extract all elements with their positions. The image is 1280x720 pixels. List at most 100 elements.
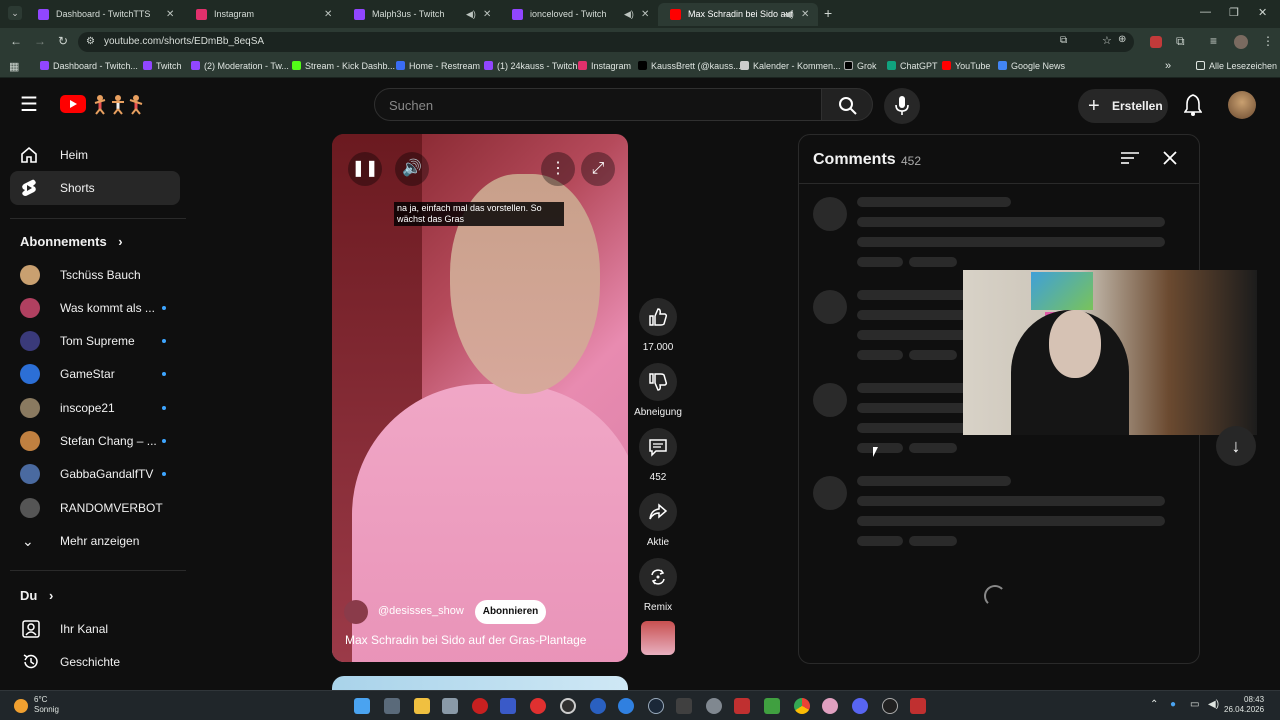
app-icon[interactable] <box>734 698 750 714</box>
bookmark-item[interactable]: Google News <box>998 61 1065 71</box>
close-tab-icon[interactable]: ✕ <box>483 3 491 26</box>
sidebar-item-home[interactable]: Heim <box>10 138 180 172</box>
tab-search-icon[interactable]: ⌄ <box>8 6 22 20</box>
profile-avatar[interactable] <box>1234 35 1248 49</box>
app-icon[interactable] <box>764 698 780 714</box>
site-info-icon[interactable]: ⚙ <box>86 36 95 47</box>
restore-icon[interactable]: ❐ <box>1229 6 1239 19</box>
tray-volume-icon[interactable]: ◀) <box>1208 699 1219 710</box>
you-heading[interactable]: Du › <box>20 588 53 603</box>
weather-icon[interactable] <box>14 699 28 713</box>
more-options-button[interactable]: ⋮ <box>541 152 575 186</box>
bookmark-item[interactable]: Dashboard - Twitch... <box>40 61 138 71</box>
windows-start-icon[interactable] <box>354 698 370 714</box>
bookmark-star-icon[interactable]: ☆ <box>1102 34 1112 47</box>
tab-malph3us-twitch[interactable]: Malph3us - Twitch ◀) ✕ <box>342 3 500 26</box>
bookmark-item[interactable]: YouTube <box>942 61 990 71</box>
bookmark-item[interactable]: (2) Moderation - Tw... <box>191 61 289 71</box>
subscription-item[interactable]: inscope21 <box>20 393 180 423</box>
more-bookmarks-icon[interactable]: » <box>1165 60 1171 72</box>
tab-instagram[interactable]: Instagram ✕ <box>184 3 342 26</box>
file-explorer-icon[interactable] <box>414 698 430 714</box>
app-icon[interactable] <box>676 698 692 714</box>
close-tab-icon[interactable]: ✕ <box>324 3 332 26</box>
vegas-icon[interactable] <box>500 698 516 714</box>
address-bar[interactable]: ⚙ youtube.com/shorts/EDmBb_8eqSA ⧉ ☆ ⊕ <box>78 32 1134 52</box>
youtube-logo[interactable] <box>60 95 86 113</box>
bookmark-item[interactable]: ChatGPT <box>887 61 938 71</box>
bookmark-item[interactable]: Instagram <box>578 61 631 71</box>
subscription-item[interactable]: GabbaGandalfTV <box>20 459 180 489</box>
close-tab-icon[interactable]: ✕ <box>166 3 174 26</box>
mouse-app-icon[interactable] <box>442 698 458 714</box>
sound-thumbnail[interactable] <box>641 621 675 655</box>
show-more-button[interactable]: ⌄ Mehr anzeigen <box>20 526 180 556</box>
bookmark-item[interactable]: Stream - Kick Dashb... <box>292 61 395 71</box>
bookmark-item[interactable]: (1) 24kauss - Twitch <box>484 61 577 71</box>
minimize-icon[interactable]: — <box>1200 6 1211 18</box>
menu-list-icon[interactable]: ≡ <box>1210 34 1217 48</box>
sort-icon[interactable] <box>1121 151 1139 165</box>
notifications-bell-icon[interactable] <box>1184 94 1202 116</box>
speaker-icon[interactable]: ◀) <box>466 3 476 26</box>
bookmark-item[interactable]: KaussBrett (@kauss... <box>638 61 741 71</box>
speaker-icon[interactable]: ◀) <box>784 3 794 26</box>
comments-button[interactable]: 452 <box>630 428 686 483</box>
video-title[interactable]: Max Schradin bei Sido auf der Gras-Plant… <box>345 633 586 647</box>
obs-icon[interactable] <box>560 698 576 714</box>
create-button[interactable]: + Erstellen <box>1078 89 1168 123</box>
apps-grid-icon[interactable]: ▦ <box>9 60 19 73</box>
subscribe-button[interactable]: Abonnieren <box>475 600 546 624</box>
discord-icon[interactable] <box>852 698 868 714</box>
hamburger-menu-icon[interactable]: ☰ <box>20 92 38 117</box>
fullscreen-button[interactable]: ⤢ <box>581 152 615 186</box>
subscription-item[interactable]: Stefan Chang – ... <box>20 426 180 456</box>
taskbar-clock[interactable]: 08:43 26.04.2026 <box>1224 695 1264 715</box>
channel-handle[interactable]: @desisses_show <box>344 600 464 624</box>
blue-app-icon[interactable] <box>618 698 634 714</box>
tray-chevron-icon[interactable]: ⌃ <box>1150 699 1158 710</box>
subscription-item[interactable]: Tom Supreme <box>20 326 180 356</box>
dislike-button[interactable]: Abneigung <box>630 363 686 418</box>
remix-button[interactable]: Remix <box>630 558 686 613</box>
tray-network-icon[interactable]: ▭ <box>1190 699 1199 710</box>
reload-icon[interactable]: ↻ <box>58 34 68 48</box>
app-icon[interactable] <box>882 698 898 714</box>
search-button[interactable] <box>821 88 873 121</box>
more-vert-icon[interactable]: ⋮ <box>1262 34 1274 48</box>
bookmark-item[interactable]: Twitch <box>143 61 182 71</box>
subscription-item[interactable]: RANDOMVERBOT <box>20 493 180 523</box>
zoom-icon[interactable]: ⊕ <box>1118 34 1126 45</box>
subscription-item[interactable]: Tschüss Bauch <box>20 260 180 290</box>
voice-search-button[interactable] <box>884 88 920 124</box>
weather-widget[interactable]: 6°C Sonnig <box>34 695 59 715</box>
search-input[interactable]: Suchen <box>374 88 822 121</box>
extensions-icon[interactable]: ⧉ <box>1176 34 1185 49</box>
close-icon[interactable] <box>1163 151 1177 165</box>
back-icon[interactable]: ← <box>10 34 22 48</box>
speaker-icon[interactable]: ◀) <box>624 3 634 26</box>
subscriptions-heading[interactable]: Abonnements › <box>20 234 123 249</box>
extension-red-icon[interactable] <box>1150 36 1162 48</box>
close-window-icon[interactable]: ✕ <box>1258 6 1267 19</box>
bookmark-item[interactable]: Home - Restream <box>396 61 480 71</box>
sidebar-item-your-channel[interactable]: Ihr Kanal <box>20 614 180 644</box>
subscription-item[interactable]: GameStar <box>20 359 180 389</box>
all-bookmarks[interactable]: Alle Lesezeichen <box>1196 61 1277 71</box>
calculator-icon[interactable] <box>384 698 400 714</box>
share-button[interactable]: Aktie <box>630 493 686 548</box>
settings-gear-icon[interactable] <box>706 698 722 714</box>
sidebar-item-history[interactable]: Geschichte <box>20 647 180 677</box>
tab-youtube-short[interactable]: Max Schradin bei Sido auf ◀) ✕ <box>658 3 818 26</box>
bookmark-item[interactable]: Grok <box>844 61 877 71</box>
app-icon[interactable] <box>822 698 838 714</box>
tab-ionceloved-twitch[interactable]: ionceloved - Twitch ◀) ✕ <box>500 3 658 26</box>
pause-button[interactable]: ❚❚ <box>348 152 382 186</box>
close-tab-icon[interactable]: ✕ <box>641 3 649 26</box>
translate-icon[interactable]: ⧉ <box>1060 35 1067 46</box>
steam-icon[interactable] <box>648 698 664 714</box>
account-avatar[interactable] <box>1228 91 1256 119</box>
chrome-icon[interactable] <box>794 698 810 714</box>
subscription-item[interactable]: Was kommt als ... <box>20 293 180 323</box>
sidebar-item-shorts[interactable]: Shorts <box>10 171 180 205</box>
